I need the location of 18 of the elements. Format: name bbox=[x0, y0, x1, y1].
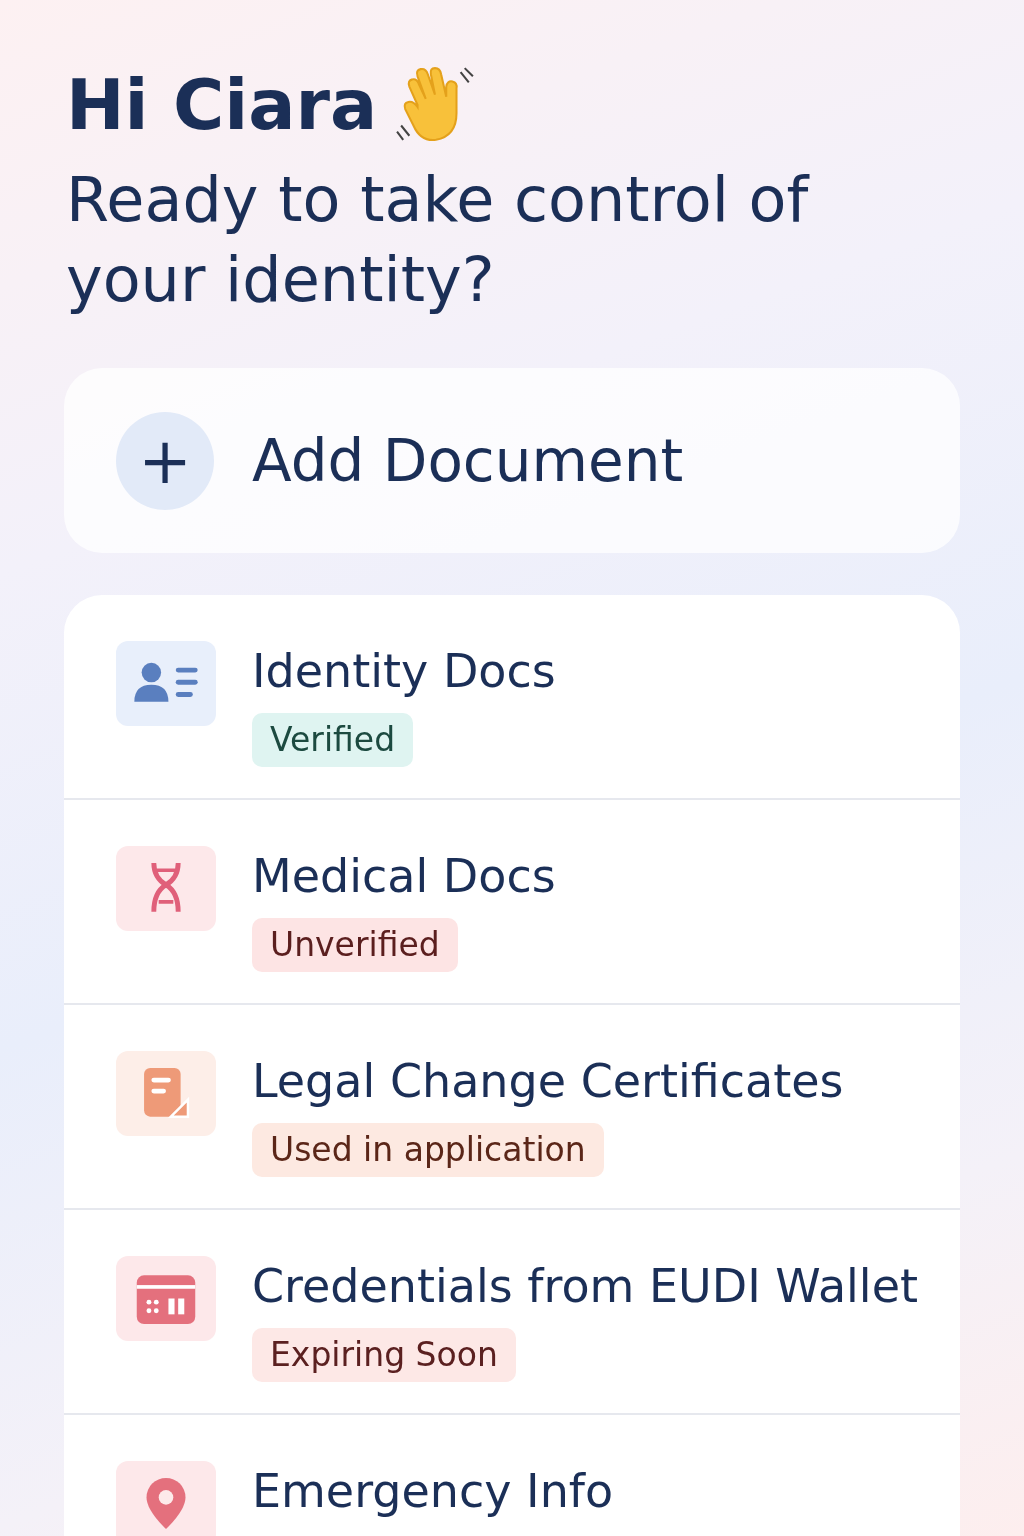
plus-icon: + bbox=[116, 411, 214, 510]
status-badge: Expiring Soon bbox=[252, 1328, 516, 1382]
location-pin-icon bbox=[116, 1461, 216, 1536]
dna-icon bbox=[116, 846, 216, 931]
status-badge: Unverified bbox=[252, 918, 458, 972]
category-title[interactable]: Legal Change Certificates bbox=[252, 1051, 844, 1111]
status-badge: Used in application bbox=[252, 1123, 604, 1177]
greeting-title: Hi Ciara bbox=[66, 63, 378, 148]
category-title[interactable]: Identity Docs bbox=[252, 641, 556, 701]
category-title[interactable]: Credentials from EUDI Wallet bbox=[252, 1256, 918, 1316]
add-document-button[interactable]: + Add Document bbox=[64, 368, 960, 553]
document-icon bbox=[116, 1051, 216, 1136]
greeting-subtitle: Ready to take control of your identity? bbox=[66, 162, 811, 318]
category-title[interactable]: Emergency Info bbox=[252, 1461, 614, 1521]
category-title[interactable]: Medical Docs bbox=[252, 846, 556, 906]
id-card-icon bbox=[116, 641, 216, 726]
status-badge: Verified bbox=[252, 713, 414, 767]
wallet-icon bbox=[116, 1256, 216, 1341]
